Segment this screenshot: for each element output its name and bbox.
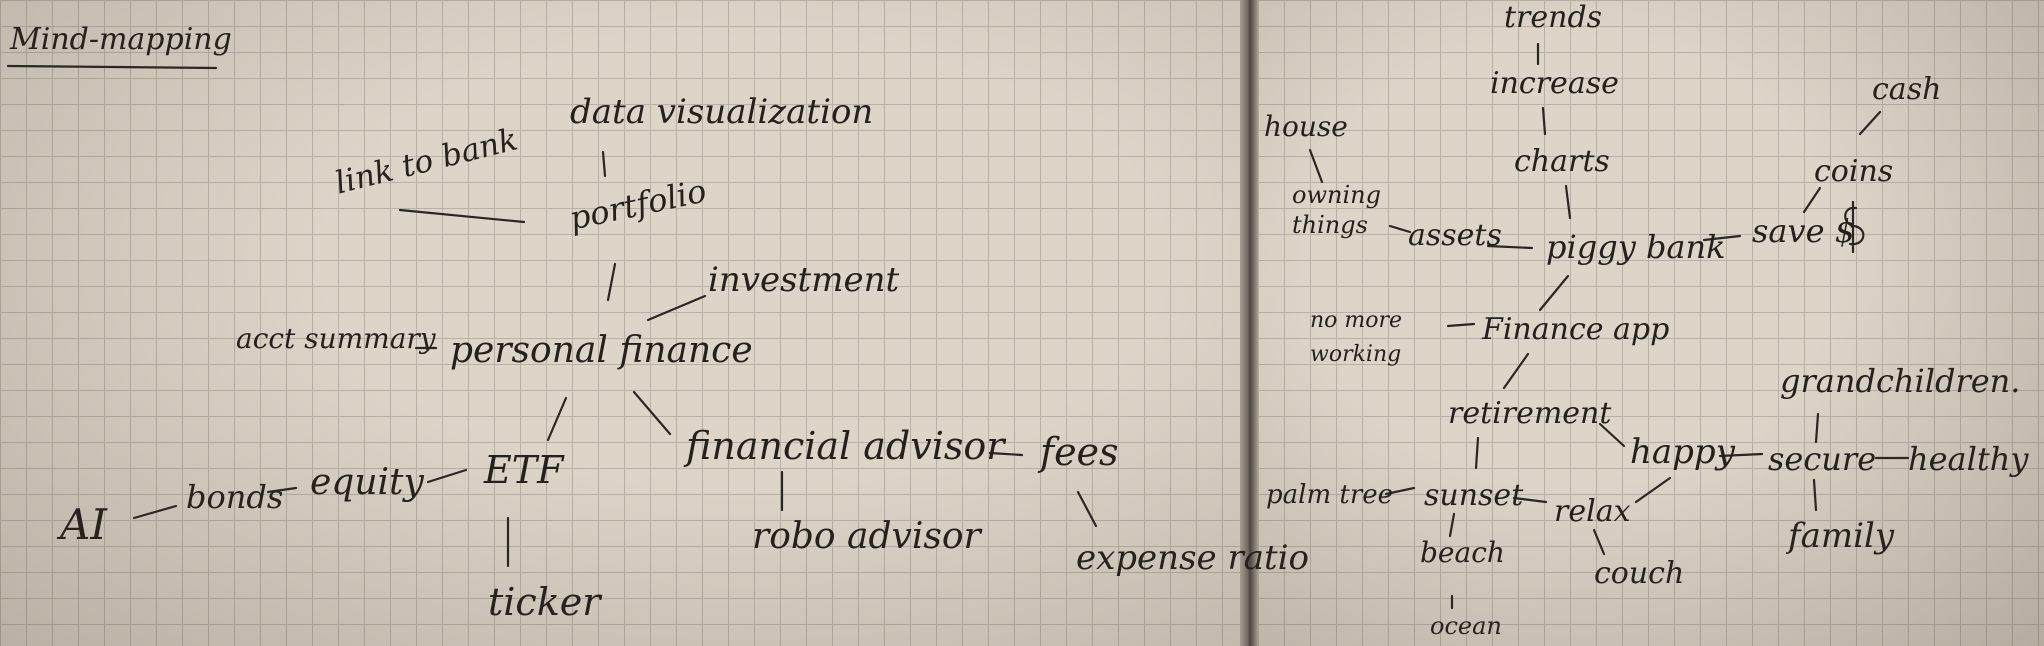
link-fees-expenseratio: [1076, 490, 1098, 528]
link-relax-happy: [1634, 476, 1672, 504]
node-house: house: [1264, 110, 1348, 143]
node-trends: trends: [1504, 0, 1603, 35]
node-investment: investment: [708, 260, 900, 300]
node-bonds: bonds: [186, 478, 284, 516]
link-charts-piggybank: [1564, 184, 1572, 220]
node-couch: couch: [1594, 556, 1685, 591]
node-save: save $: [1752, 212, 1856, 250]
node-sunset: sunset: [1424, 478, 1524, 513]
link-bank-underline: [398, 208, 526, 224]
link-sunset-beach: [1448, 512, 1456, 538]
node-fees: fees: [1040, 430, 1119, 474]
link-portfolio-personalfinance: [606, 262, 617, 302]
node-retirement: retirement: [1448, 396, 1612, 431]
title-underline: [6, 64, 218, 70]
node-secure: secure: [1768, 440, 1877, 478]
node-relax: relax: [1554, 494, 1631, 529]
link-ai-bonds: [132, 504, 178, 520]
node-no-more-working: no more working: [1310, 308, 1403, 367]
link-personalfinance-financialadvisor: [632, 390, 672, 436]
link-investment-personalfinance: [646, 294, 707, 322]
link-house-owning: [1308, 148, 1324, 184]
link-personalfinance-etf: [546, 396, 568, 442]
node-finance-app: Finance app: [1482, 312, 1670, 347]
node-data-visualization: data visualization: [570, 92, 874, 132]
node-assets: assets: [1408, 218, 1502, 253]
link-retirement-sunset: [1474, 436, 1480, 470]
node-ticker: ticker: [488, 580, 601, 624]
link-piggybank-financeapp: [1538, 274, 1570, 312]
node-financial-advisor: financial advisor: [686, 424, 1005, 468]
node-grandchildren: grandchildren.: [1780, 362, 2021, 400]
link-secure-family: [1812, 478, 1818, 512]
link-grandchildren-secure: [1814, 412, 1820, 444]
node-happy: happy: [1630, 432, 1735, 472]
node-family: family: [1788, 516, 1895, 556]
node-robo-advisor: robo advisor: [752, 516, 981, 557]
link-relax-couch: [1592, 528, 1606, 556]
link-nomoreworking-financeapp: [1446, 322, 1476, 328]
mind-mapping-title: Mind-mapping: [10, 22, 232, 57]
link-cash-coins: [1858, 110, 1882, 136]
node-palm-tree: palm tree: [1266, 480, 1394, 510]
node-ai: AI: [60, 500, 107, 549]
link-dataviz-portfolio: [601, 150, 607, 178]
node-expense-ratio: expense ratio: [1076, 538, 1309, 578]
node-beach: beach: [1420, 536, 1505, 569]
node-ocean: ocean: [1430, 612, 1502, 640]
node-etf: ETF: [484, 448, 564, 492]
node-acct-summary: acct summary: [236, 322, 436, 355]
node-healthy: healthy: [1908, 440, 2029, 478]
link-equity-etf: [426, 468, 468, 484]
link-financeapp-retirement: [1502, 352, 1530, 390]
node-increase: increase: [1490, 66, 1619, 101]
node-equity: equity: [310, 462, 424, 503]
node-owning-things: owning things: [1292, 181, 1381, 239]
node-piggy-bank: piggy bank: [1546, 228, 1726, 266]
node-personal-finance: personal finance: [450, 330, 753, 371]
link-increase-charts: [1541, 106, 1547, 136]
link-coins-save: [1802, 186, 1822, 214]
node-coins: coins: [1814, 154, 1894, 189]
node-cash: cash: [1872, 72, 1942, 107]
node-charts: charts: [1514, 144, 1610, 179]
